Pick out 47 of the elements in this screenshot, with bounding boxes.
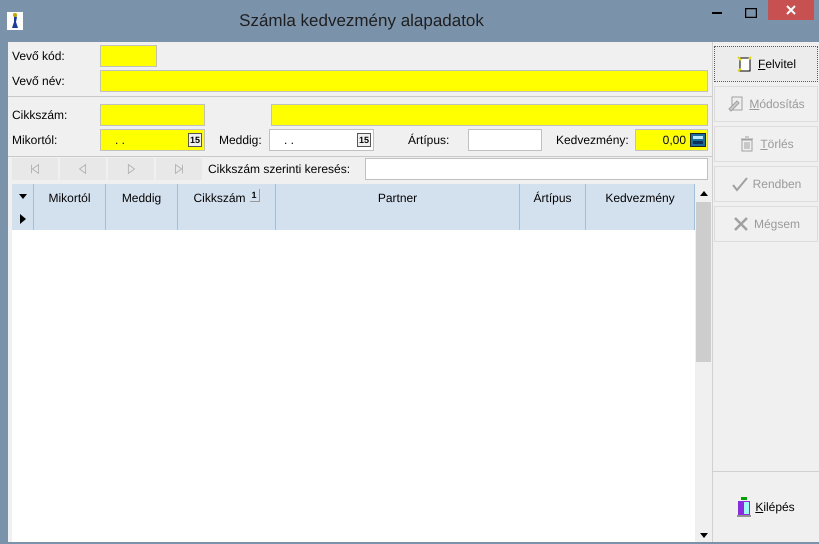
column-header[interactable]: Meddig <box>106 184 178 230</box>
calculator-icon[interactable] <box>690 133 706 147</box>
cross-icon <box>732 215 750 233</box>
minimize-icon <box>712 12 722 14</box>
column-header[interactable]: Mikortól <box>34 184 106 230</box>
close-button[interactable] <box>768 0 814 20</box>
calendar-icon[interactable]: 15 <box>188 133 202 147</box>
skip-arrow-icon <box>28 162 42 176</box>
discount-field[interactable]: 0,00 <box>635 129 708 151</box>
maximize-icon <box>745 8 757 18</box>
window-title: Számla kedvezmény alapadatok <box>238 10 485 32</box>
field-label: Ártípus: <box>408 132 450 149</box>
current-row-icon <box>19 214 27 224</box>
field-label: Meddig: <box>219 132 263 149</box>
field-label: Cikkszám: <box>12 107 68 124</box>
new-document-icon <box>736 55 754 73</box>
dropdown-triangle-icon[interactable] <box>18 192 28 201</box>
customer-code-field[interactable] <box>100 45 157 67</box>
search-label: Cikkszám szerinti keresés: <box>208 160 352 178</box>
app-figure-icon <box>7 12 23 30</box>
close-icon <box>786 5 796 15</box>
date-field[interactable]: . . 15 <box>100 129 205 151</box>
field-label: Vevő kód: <box>12 48 66 65</box>
sort-order-badge: 1 <box>250 189 260 202</box>
column-header[interactable]: Cikkszám 1 <box>178 184 276 230</box>
action-button[interactable]: Felvitel <box>714 46 818 82</box>
scroll-down-icon[interactable] <box>698 530 708 540</box>
vertical-scrollbar[interactable] <box>695 184 712 542</box>
skip-arrow-icon <box>172 162 186 176</box>
date-field[interactable]: . . 15 <box>269 129 374 151</box>
price-type-field[interactable] <box>468 129 542 151</box>
column-header[interactable]: Partner <box>276 184 520 230</box>
item-name-field[interactable] <box>271 104 708 126</box>
search-field[interactable] <box>365 158 708 180</box>
scroll-up-icon[interactable] <box>698 188 708 198</box>
edit-document-icon <box>727 95 746 113</box>
exit-button[interactable]: Kilépés <box>713 472 819 542</box>
item-number-field[interactable] <box>100 104 205 126</box>
check-icon <box>730 175 749 193</box>
door-exit-icon <box>737 497 752 517</box>
column-header[interactable]: Ártípus <box>520 184 586 230</box>
field-label: Kedvezmény: <box>556 132 630 149</box>
field-label: Mikortól: <box>12 132 58 149</box>
calendar-icon[interactable]: 15 <box>356 133 371 147</box>
field-label: Vevő név: <box>12 73 66 90</box>
customer-name-field[interactable] <box>100 70 708 92</box>
scrollbar-thumb[interactable] <box>696 202 711 362</box>
